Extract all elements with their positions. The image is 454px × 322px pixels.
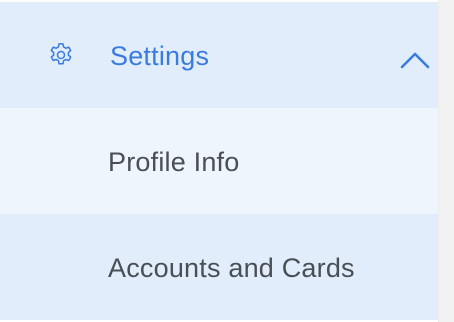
submenu-item-label: Profile Info — [108, 147, 240, 177]
submenu-item-profile-info[interactable]: Profile Info — [0, 108, 438, 214]
settings-menu-header[interactable]: Settings — [0, 2, 438, 108]
settings-label: Settings — [110, 41, 210, 71]
gear-icon — [50, 43, 72, 65]
chevron-up-icon[interactable] — [399, 48, 431, 70]
submenu-item-label: Accounts and Cards — [108, 253, 355, 283]
submenu-item-accounts-and-cards[interactable]: Accounts and Cards — [0, 214, 438, 320]
settings-menu-panel: Settings Profile Info Accounts and Cards — [0, 0, 438, 322]
scrollbar-track[interactable] — [438, 0, 454, 322]
